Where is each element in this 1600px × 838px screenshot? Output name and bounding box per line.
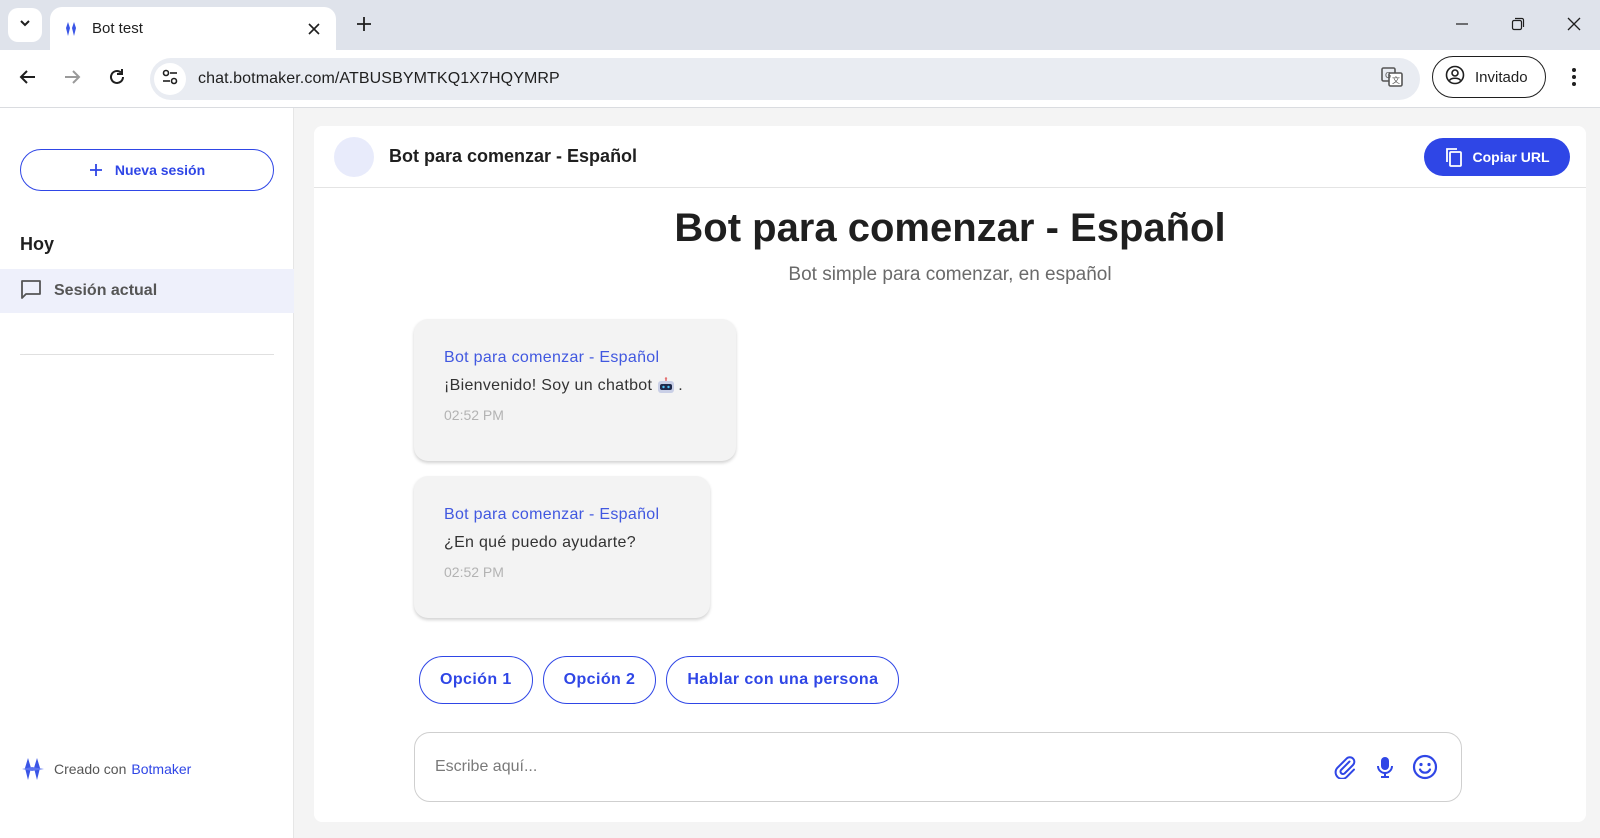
message-text: ¿En qué puedo ayudarte? xyxy=(444,534,636,551)
message-bubble: Bot para comenzar - Español ¡Bienvenido!… xyxy=(414,319,736,461)
attach-icon[interactable] xyxy=(1329,751,1361,783)
tab-search-button[interactable] xyxy=(8,8,42,42)
emoji-icon[interactable] xyxy=(1409,751,1441,783)
browser-tab-bar: Bot test xyxy=(0,0,1600,50)
plus-icon xyxy=(356,16,372,37)
microphone-icon[interactable] xyxy=(1369,751,1401,783)
talk-to-person-button[interactable]: Hablar con una persona xyxy=(666,656,900,704)
avatar xyxy=(334,136,374,177)
message-timestamp: 02:52 PM xyxy=(444,407,504,423)
arrow-left-icon xyxy=(19,68,37,91)
profile-button[interactable]: Invitado xyxy=(1432,56,1546,98)
translate-button[interactable]: G文 xyxy=(1376,63,1408,95)
bot-title: Bot para comenzar - Español xyxy=(674,206,1226,250)
restore-icon xyxy=(1511,17,1525,36)
browser-menu-button[interactable] xyxy=(1558,63,1590,95)
chevron-down-icon xyxy=(18,16,32,35)
new-tab-button[interactable] xyxy=(350,12,378,40)
forward-button[interactable] xyxy=(56,63,88,95)
arrow-right-icon xyxy=(63,68,81,91)
url-text: chat.botmaker.com/ATBUSBYMTKQ1X7HQYMRP xyxy=(198,70,560,87)
sidebar-footer: Creado con Botmaker xyxy=(20,756,191,782)
botmaker-logo-icon xyxy=(20,756,46,782)
sidebar-divider xyxy=(20,354,274,355)
minimize-icon xyxy=(1455,17,1469,36)
message-text-body: ¡Bienvenido! Soy un chatbot xyxy=(444,377,653,394)
browser-tab-active[interactable]: Bot test xyxy=(50,7,336,50)
session-item-current[interactable]: Sesión actual xyxy=(0,269,294,313)
browser-toolbar: chat.botmaker.com/ATBUSBYMTKQ1X7HQYMRP G… xyxy=(0,50,1600,108)
site-info-button[interactable] xyxy=(154,63,186,95)
account-circle-icon xyxy=(1445,65,1465,90)
message-input[interactable]: Escribe aquí... xyxy=(435,758,1329,776)
bot-subtitle: Bot simple para comenzar, en español xyxy=(788,264,1112,285)
quick-reply-options: Opción 1 Opción 2 Hablar con una persona xyxy=(419,656,900,704)
page: Nueva sesión Hoy Sesión actual Creado co… xyxy=(0,108,1600,838)
profile-label: Invitado xyxy=(1475,68,1528,86)
reload-icon xyxy=(108,68,126,91)
chat-panel: Bot para comenzar - Español Copiar URL B… xyxy=(314,126,1586,822)
option-1-button[interactable]: Opción 1 xyxy=(419,656,533,704)
tab-title: Bot test xyxy=(92,20,143,37)
address-bar[interactable]: chat.botmaker.com/ATBUSBYMTKQ1X7HQYMRP G… xyxy=(150,58,1420,100)
new-session-label: Nueva sesión xyxy=(114,162,206,178)
message-sender: Bot para comenzar - Español xyxy=(444,506,660,523)
botmaker-link[interactable]: Botmaker xyxy=(131,761,191,777)
message-sender: Bot para comenzar - Español xyxy=(444,349,660,366)
more-vertical-icon xyxy=(1571,67,1577,92)
minimize-button[interactable] xyxy=(1448,12,1476,40)
copy-url-label: Copiar URL xyxy=(1472,148,1550,165)
plus-icon xyxy=(89,163,103,177)
session-item-label: Sesión actual xyxy=(54,282,158,299)
reload-button[interactable] xyxy=(101,63,133,95)
close-icon[interactable] xyxy=(304,19,324,39)
robot-emoji-icon xyxy=(656,377,676,395)
message-text-suffix: . xyxy=(678,377,683,394)
sidebar: Nueva sesión Hoy Sesión actual Creado co… xyxy=(0,108,294,838)
copy-icon xyxy=(1445,147,1463,167)
translate-icon: G文 xyxy=(1381,66,1403,93)
new-session-button[interactable]: Nueva sesión xyxy=(20,149,274,191)
copy-url-button[interactable]: Copiar URL xyxy=(1424,137,1570,176)
chat-header: Bot para comenzar - Español Copiar URL xyxy=(314,126,1586,188)
chat-header-title: Bot para comenzar - Español xyxy=(389,146,638,166)
message-bubble: Bot para comenzar - Español ¿En qué pued… xyxy=(414,476,710,618)
section-heading-today: Hoy xyxy=(20,234,55,254)
option-2-button[interactable]: Opción 2 xyxy=(542,656,657,704)
message-composer[interactable]: Escribe aquí... xyxy=(414,732,1462,802)
svg-text:G: G xyxy=(1385,71,1391,80)
footer-prefix: Creado con xyxy=(54,761,127,777)
close-window-button[interactable] xyxy=(1560,12,1588,40)
botmaker-logo-icon xyxy=(62,20,80,38)
message-timestamp: 02:52 PM xyxy=(444,564,504,580)
svg-text:文: 文 xyxy=(1392,75,1400,85)
restore-button[interactable] xyxy=(1504,12,1532,40)
tune-icon xyxy=(161,68,179,91)
chat-bubble-icon xyxy=(20,278,42,305)
back-button[interactable] xyxy=(12,63,44,95)
message-text: ¡Bienvenido! Soy un chatbot . xyxy=(444,377,706,395)
close-icon xyxy=(1567,17,1581,36)
